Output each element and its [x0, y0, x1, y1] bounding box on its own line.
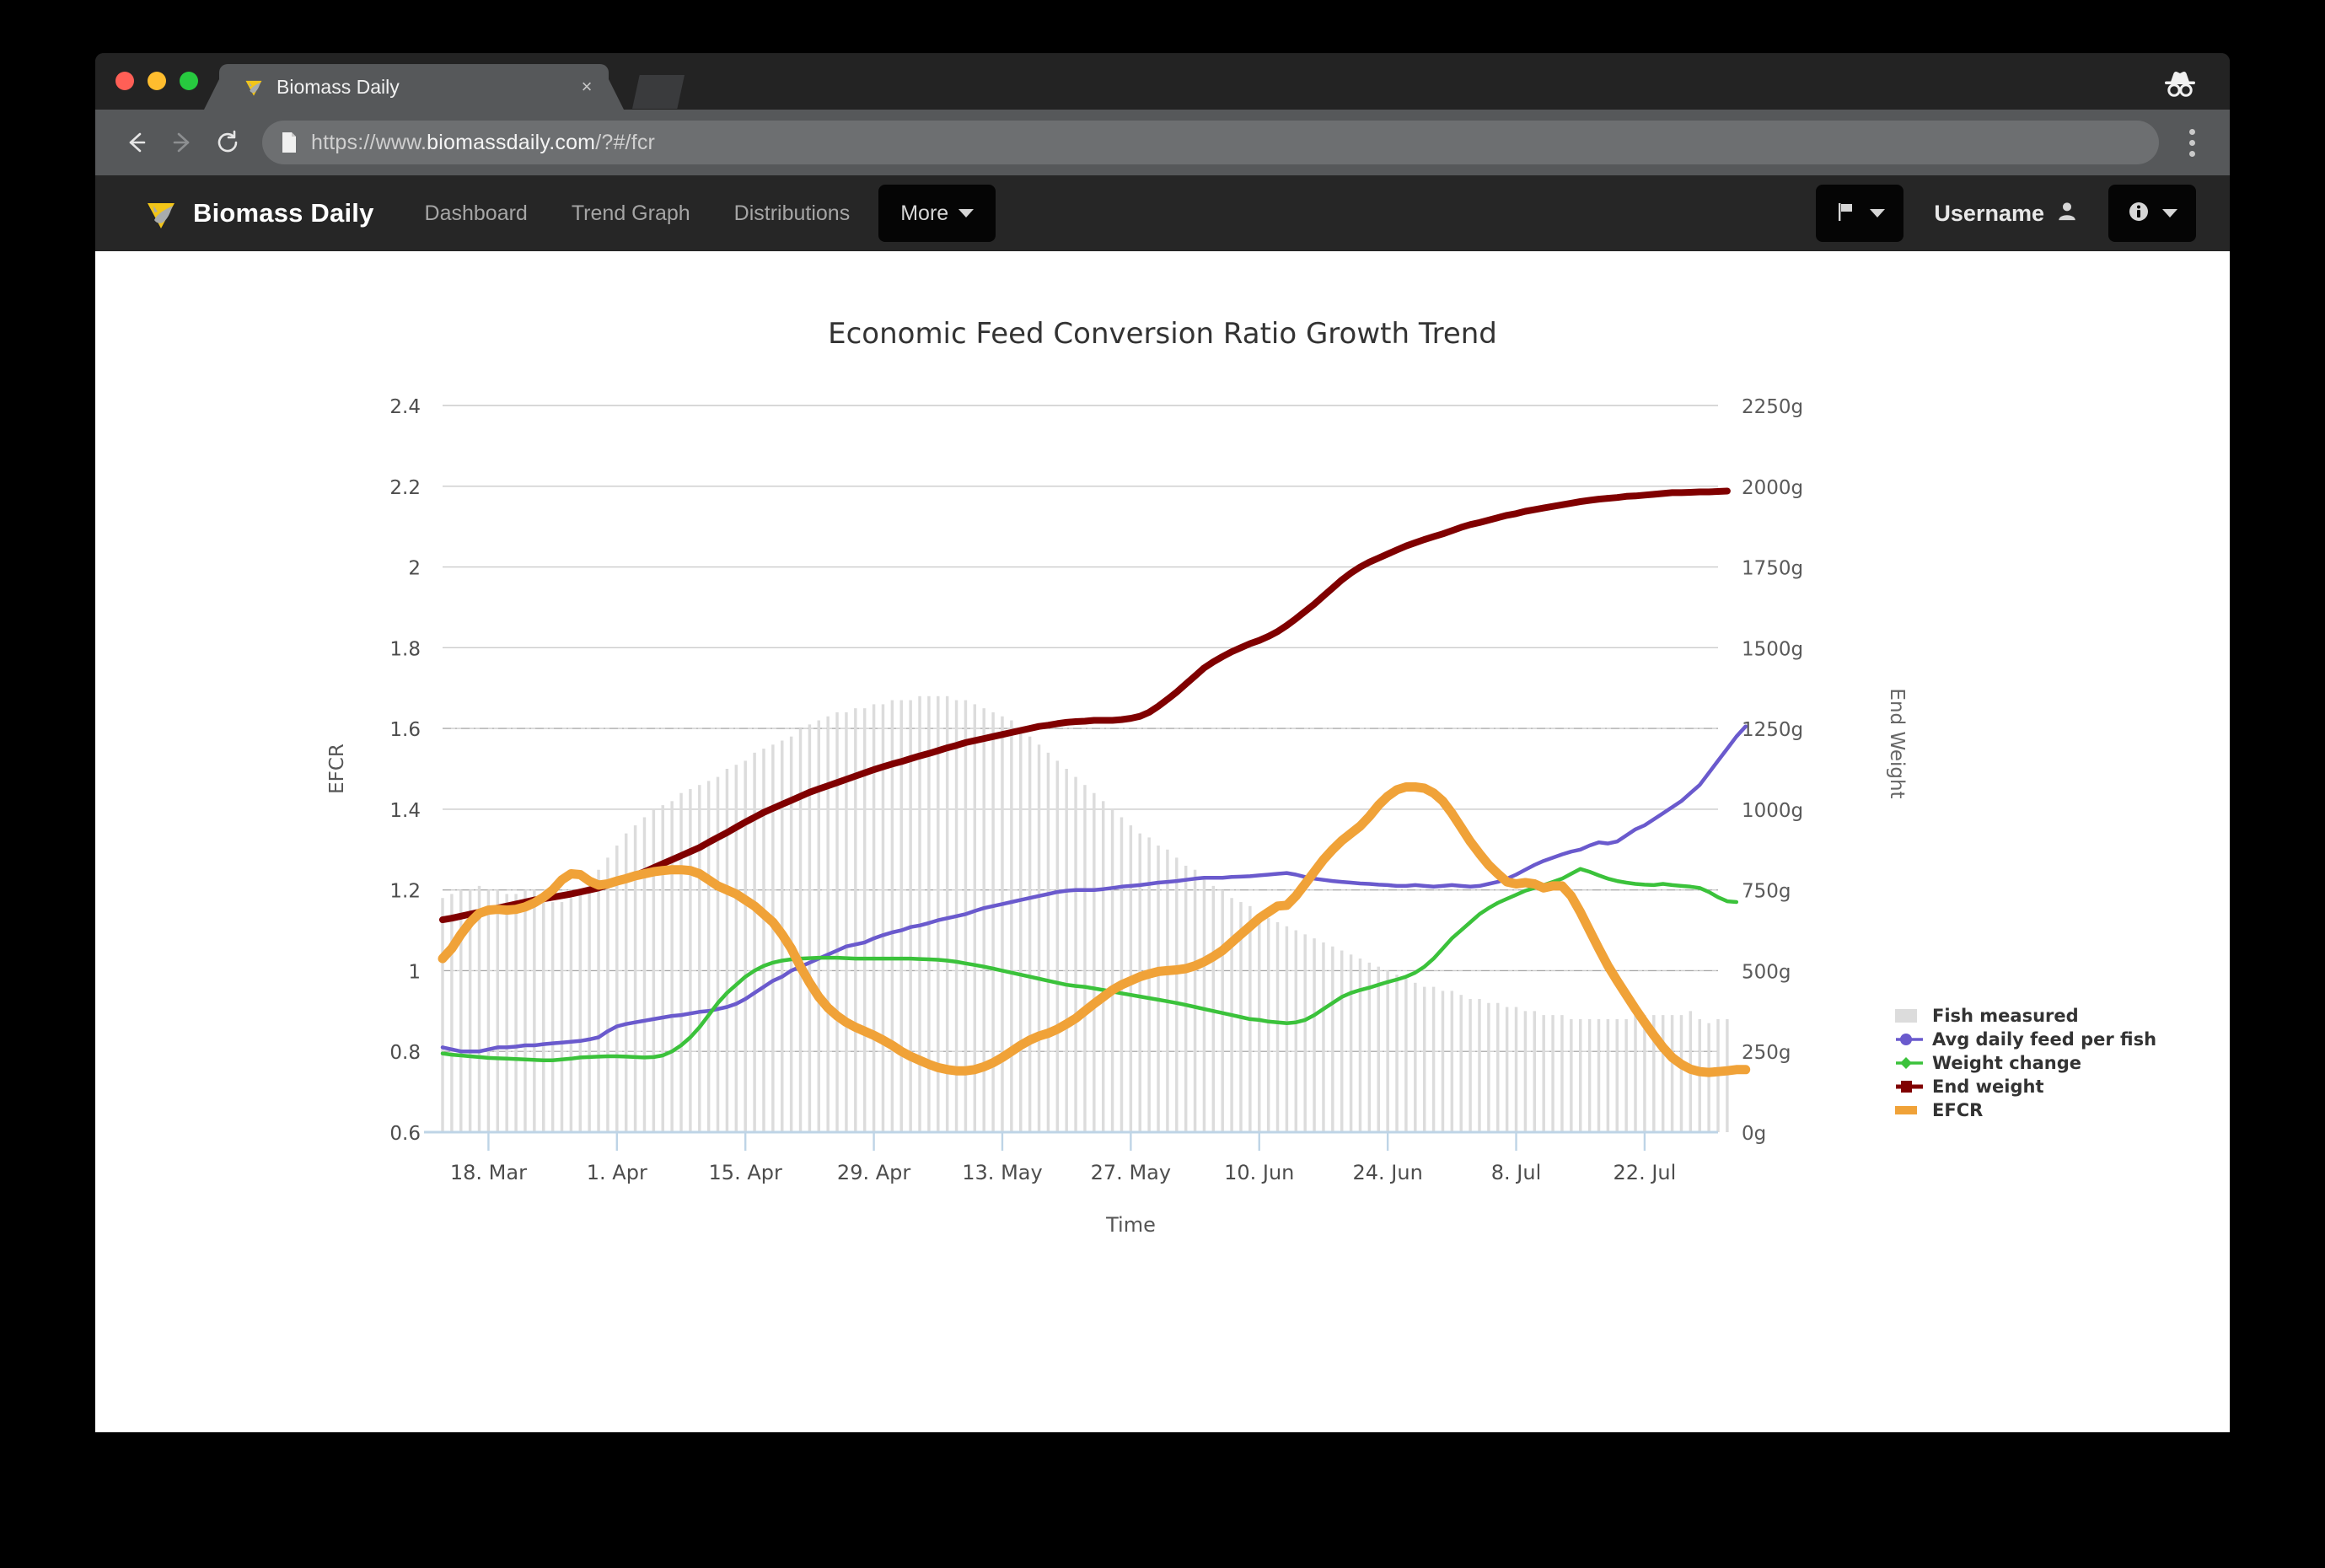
- y2-axis-tick-label: 2250g: [1742, 396, 1803, 418]
- legend-label: End weight: [1932, 1077, 2044, 1097]
- x-axis-tick-label: 24. Jun: [1352, 1161, 1422, 1184]
- back-arrow-icon[interactable]: [114, 120, 159, 165]
- reload-icon[interactable]: [205, 120, 250, 165]
- chart-container: Economic Feed Conversion Ratio Growth Tr…: [95, 251, 2230, 1288]
- legend-label: EFCR: [1932, 1100, 1984, 1120]
- fish-triangle-icon: [243, 76, 265, 98]
- window-traffic-lights: [115, 72, 198, 90]
- navbar-right-group: Username: [1816, 175, 2196, 251]
- x-axis-tick-label: 29. Apr: [837, 1161, 910, 1184]
- legend-item[interactable]: EFCR: [1895, 1098, 2156, 1122]
- y-axis-tick-label: 0.8: [389, 1042, 421, 1064]
- legend-swatch-efcr: [1895, 1101, 1924, 1120]
- close-window-button[interactable]: [115, 72, 134, 90]
- x-axis-tick-label: 27. May: [1091, 1161, 1171, 1184]
- y-axis-tick-label: 2: [408, 558, 421, 580]
- y2-axis-tick-label: 1750g: [1742, 558, 1803, 580]
- chevron-down-icon: [1870, 209, 1886, 217]
- username-label: Username: [1934, 200, 2044, 226]
- y2-axis-tick-label: 2000g: [1742, 477, 1803, 499]
- maximize-window-button[interactable]: [180, 72, 198, 90]
- app-body: Economic Feed Conversion Ratio Growth Tr…: [95, 251, 2230, 1432]
- y-axis-tick-label: 1: [408, 961, 421, 983]
- flag-icon: [1834, 200, 1858, 228]
- legend-swatch-weight-change: [1895, 1054, 1924, 1072]
- legend-label: Weight change: [1932, 1053, 2081, 1073]
- x-axis-tick-label: 10. Jun: [1224, 1161, 1294, 1184]
- address-bar[interactable]: https://www.biomassdaily.com/?#/fcr: [262, 121, 2159, 164]
- y2-axis-tick-label: 1250g: [1742, 719, 1803, 741]
- nav-link-dashboard[interactable]: Dashboard: [403, 175, 550, 251]
- x-axis-title: Time: [1105, 1213, 1156, 1237]
- page-document-icon: [279, 131, 299, 154]
- y2-axis-title: End Weight: [1886, 688, 1908, 798]
- legend-item[interactable]: Avg daily feed per fish: [1895, 1028, 2156, 1051]
- browser-tab-strip: Biomass Daily ×: [95, 53, 2230, 110]
- y-axis-tick-label: 1.8: [389, 638, 421, 660]
- nav-more-dropdown[interactable]: More: [878, 185, 996, 242]
- language-flag-dropdown[interactable]: [1816, 185, 1904, 242]
- brand-title: Biomass Daily: [193, 198, 374, 228]
- legend-item[interactable]: End weight: [1895, 1075, 2156, 1098]
- nav-link-trend-graph[interactable]: Trend Graph: [550, 175, 712, 251]
- incognito-icon: [2156, 65, 2204, 102]
- y-axis-tick-label: 1.6: [389, 719, 421, 741]
- chevron-down-icon: [2162, 209, 2177, 217]
- nav-more-label: More: [900, 201, 949, 225]
- x-axis-tick-label: 1. Apr: [587, 1161, 647, 1184]
- x-axis-tick-label: 15. Apr: [709, 1161, 782, 1184]
- minimize-window-button[interactable]: [148, 72, 166, 90]
- address-bar-url: https://www.biomassdaily.com/?#/fcr: [311, 130, 656, 154]
- nav-link-distributions[interactable]: Distributions: [712, 175, 873, 251]
- x-axis-tick-label: 13. May: [962, 1161, 1042, 1184]
- y2-axis-tick-label: 250g: [1742, 1042, 1791, 1064]
- y-axis-tick-label: 2.4: [389, 396, 421, 418]
- y-axis-tick-label: 1.4: [389, 800, 421, 822]
- x-axis-tick-label: 18. Mar: [450, 1161, 527, 1184]
- browser-tab-active[interactable]: Biomass Daily ×: [219, 64, 609, 110]
- legend-item[interactable]: Weight change: [1895, 1051, 2156, 1075]
- y2-axis-tick-label: 0g: [1742, 1123, 1766, 1145]
- y2-axis-tick-label: 1500g: [1742, 638, 1803, 660]
- browser-toolbar: https://www.biomassdaily.com/?#/fcr: [95, 110, 2230, 175]
- close-icon[interactable]: ×: [570, 76, 604, 98]
- legend-item[interactable]: Fish measured: [1895, 1004, 2156, 1028]
- info-dropdown[interactable]: [2108, 185, 2196, 242]
- y-axis-tick-label: 1.2: [389, 881, 421, 903]
- user-menu[interactable]: Username: [1903, 200, 2108, 228]
- info-circle-icon: [2127, 200, 2150, 228]
- legend-label: Avg daily feed per fish: [1932, 1029, 2157, 1050]
- fish-triangle-icon: [142, 195, 180, 232]
- y-axis-title: EFCR: [326, 744, 348, 794]
- legend-swatch-end-weight: [1895, 1077, 1924, 1096]
- forward-arrow-icon[interactable]: [159, 120, 205, 165]
- new-tab-button[interactable]: [632, 75, 685, 109]
- chart-plot[interactable]: 0.6 0g0.8 250g1 500g1.2 750g1.4 1000g1.6 1250g…: [95, 251, 2230, 1288]
- legend-swatch-fish-measured: [1895, 1007, 1924, 1025]
- legend-swatch-avg-daily-feed: [1895, 1030, 1924, 1049]
- browser-window: Biomass Daily × https://www.biomassdaily…: [95, 53, 2230, 1432]
- y-axis-tick-label: 2.2: [389, 477, 421, 499]
- person-icon: [2056, 200, 2078, 228]
- y2-axis-tick-label: 750g: [1742, 881, 1791, 903]
- bar-series-fish-measured: [441, 695, 1729, 1132]
- y2-axis-tick-label: 500g: [1742, 961, 1791, 983]
- y-axis-tick-label: 0.6: [389, 1123, 421, 1145]
- legend-label: Fish measured: [1932, 1006, 2079, 1026]
- app-navbar: Biomass Daily Dashboard Trend Graph Dist…: [95, 175, 2230, 251]
- brand[interactable]: Biomass Daily: [142, 195, 374, 232]
- y2-axis-tick-label: 1000g: [1742, 800, 1803, 822]
- x-axis-tick-label: 8. Jul: [1491, 1161, 1541, 1184]
- three-dots-icon[interactable]: [2172, 120, 2211, 165]
- browser-tab-title: Biomass Daily: [277, 75, 400, 98]
- chart-legend: Fish measured Avg daily feed per fish We…: [1895, 1004, 2156, 1122]
- chevron-down-icon: [958, 209, 975, 217]
- x-axis-tick-label: 22. Jul: [1614, 1161, 1677, 1184]
